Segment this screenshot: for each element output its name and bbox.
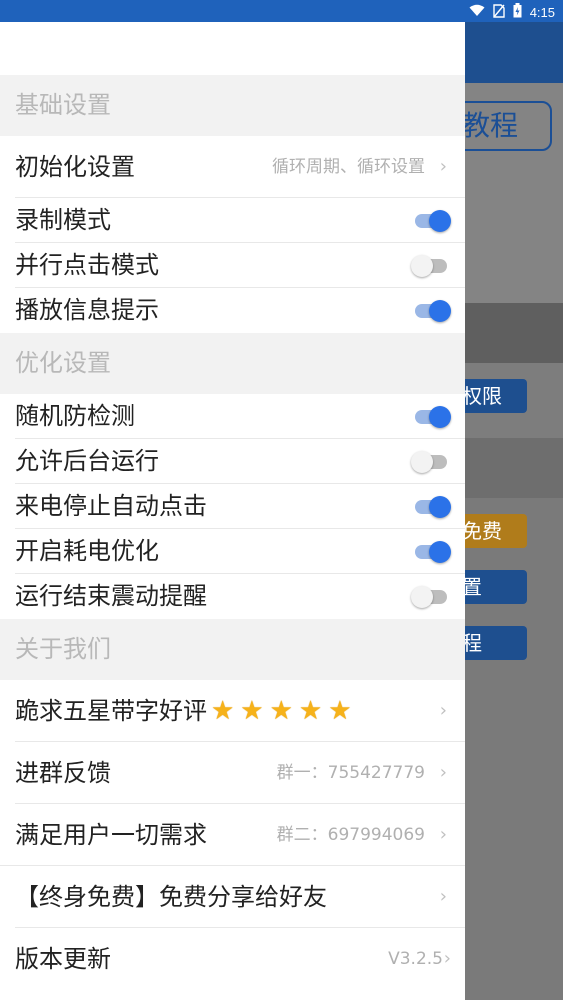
toggle-knob <box>429 541 451 563</box>
chevron-right-icon: › <box>439 156 447 177</box>
toggle-knob <box>411 586 433 608</box>
parallel-click-label: 并行点击模式 <box>15 251 159 279</box>
user-needs-label: 满足用户一切需求 <box>15 821 207 849</box>
chevron-right-icon: › <box>439 762 447 783</box>
background-run-item: 允许后台运行 <box>0 439 465 484</box>
five-star-review-label: 跪求五星带字好评 <box>15 697 207 725</box>
section-optimize-settings: 优化设置 <box>0 333 465 394</box>
init-settings-item[interactable]: 初始化设置 循环周期、循环设置 › <box>0 136 465 198</box>
group-feedback-item[interactable]: 进群反馈 群一：755427779 › <box>0 742 465 804</box>
toggle-knob <box>411 255 433 277</box>
version-update-label: 版本更新 <box>15 945 111 973</box>
power-optimize-toggle[interactable] <box>415 541 451 563</box>
init-settings-label: 初始化设置 <box>15 153 135 181</box>
user-needs-item[interactable]: 满足用户一切需求 群二：697994069 › <box>0 804 465 866</box>
chevron-right-icon: › <box>439 886 447 907</box>
toggle-knob <box>429 210 451 232</box>
call-stop-label: 来电停止自动点击 <box>15 492 207 520</box>
star-icons: ★★★★★ <box>211 696 358 726</box>
random-detect-item: 随机防检测 <box>0 394 465 439</box>
wifi-icon <box>469 4 485 20</box>
five-star-review-item[interactable]: 跪求五星带字好评 ★★★★★ › <box>0 680 465 742</box>
playback-info-toggle[interactable] <box>415 300 451 322</box>
toggle-knob <box>429 496 451 518</box>
vibrate-alert-label: 运行结束震动提醒 <box>15 582 207 610</box>
background-run-label: 允许后台运行 <box>15 447 159 475</box>
no-sim-icon <box>492 3 505 21</box>
version-number: V3.2.5 <box>388 949 443 969</box>
battery-icon <box>513 3 522 21</box>
vibrate-alert-toggle[interactable] <box>411 586 447 608</box>
group-one-number: 群一：755427779 <box>276 763 425 783</box>
group-feedback-label: 进群反馈 <box>15 759 111 787</box>
call-stop-toggle[interactable] <box>415 496 451 518</box>
parallel-click-item: 并行点击模式 <box>0 243 465 288</box>
toggle-knob <box>411 451 433 473</box>
random-detect-label: 随机防检测 <box>15 402 135 430</box>
chevron-right-icon: › <box>439 700 447 721</box>
share-friends-item[interactable]: 【终身免费】免费分享给好友 › <box>0 866 465 928</box>
settings-drawer: 基础设置 初始化设置 循环周期、循环设置 › 录制模式 并行点击模式 播放信息提… <box>0 22 465 1000</box>
vibrate-alert-item: 运行结束震动提醒 <box>0 574 465 619</box>
share-friends-label: 【终身免费】免费分享给好友 <box>15 883 327 911</box>
playback-info-item: 播放信息提示 <box>0 288 465 333</box>
record-mode-toggle[interactable] <box>415 210 451 232</box>
toggle-knob <box>429 300 451 322</box>
power-optimize-label: 开启耗电优化 <box>15 537 159 565</box>
section-about-us: 关于我们 <box>0 619 465 680</box>
power-optimize-item: 开启耗电优化 <box>0 529 465 574</box>
group-two-number: 群二：697994069 <box>276 825 425 845</box>
section-basic-settings: 基础设置 <box>0 75 465 136</box>
version-update-item[interactable]: 版本更新 V3.2.5 › <box>0 928 465 990</box>
status-time: 4:15 <box>529 4 555 20</box>
random-detect-toggle[interactable] <box>415 406 451 428</box>
chevron-right-icon: › <box>443 948 451 969</box>
init-settings-value: 循环周期、循环设置 <box>272 157 425 177</box>
record-mode-label: 录制模式 <box>15 206 111 234</box>
record-mode-item: 录制模式 <box>0 198 465 243</box>
playback-info-label: 播放信息提示 <box>15 296 159 324</box>
toggle-knob <box>429 406 451 428</box>
background-run-toggle[interactable] <box>411 451 447 473</box>
chevron-right-icon: › <box>439 824 447 845</box>
parallel-click-toggle[interactable] <box>411 255 447 277</box>
status-bar: 4:15 <box>0 0 563 22</box>
call-stop-item: 来电停止自动点击 <box>0 484 465 529</box>
